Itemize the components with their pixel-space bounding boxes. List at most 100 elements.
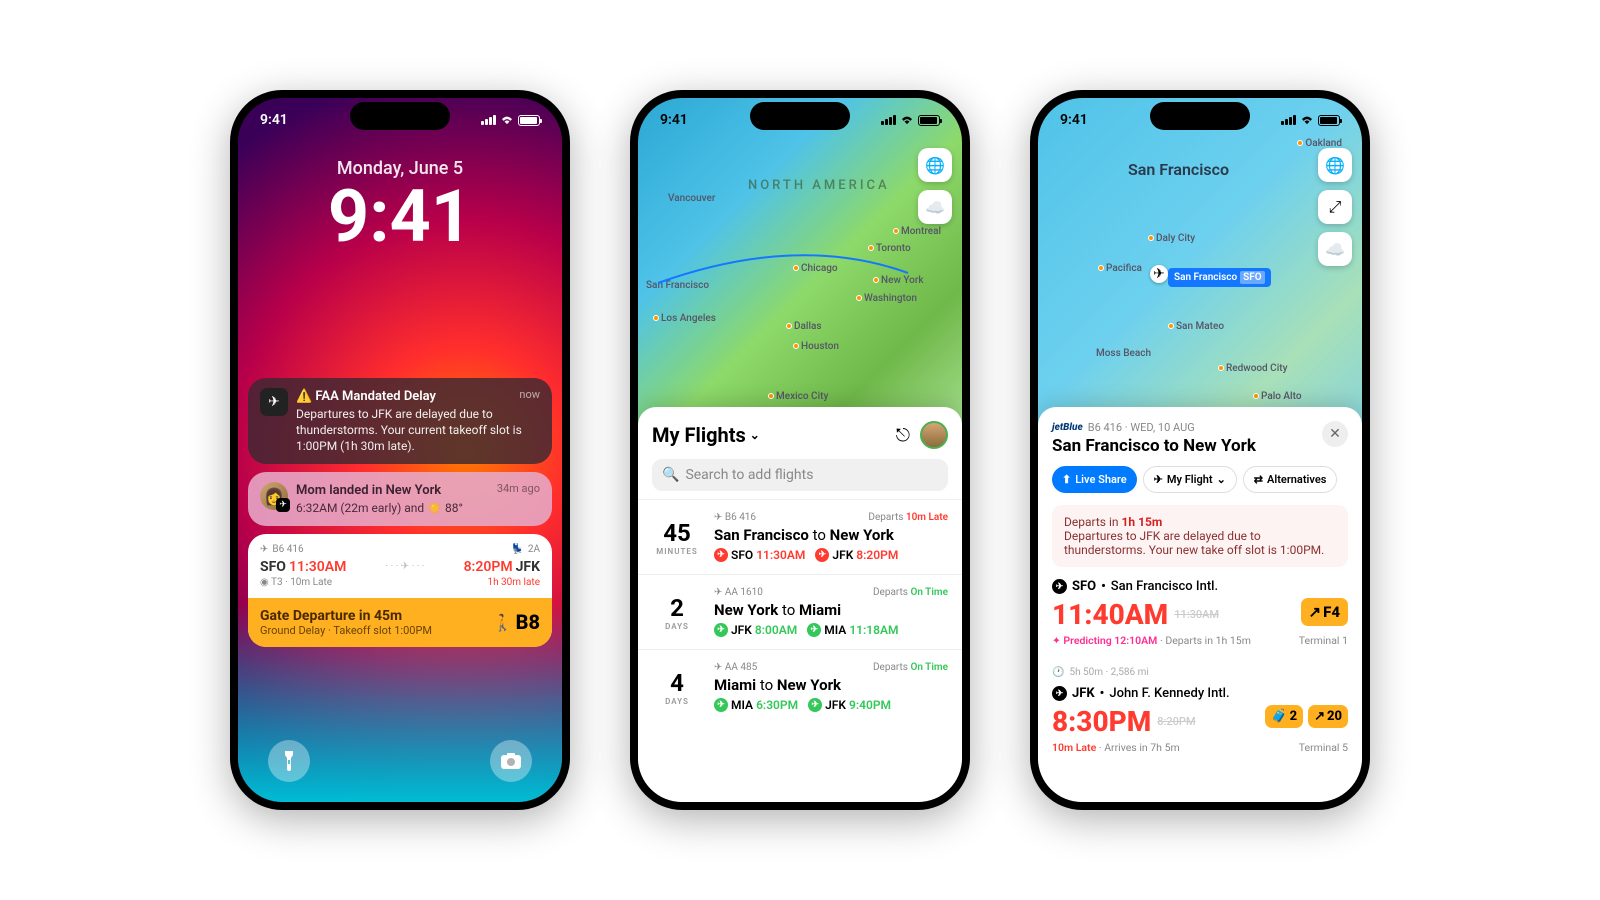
origin-code: SFO: [260, 559, 286, 575]
plane-app-icon: ✈: [260, 388, 288, 416]
dest-code: JFK: [516, 559, 540, 575]
terminal-label: Terminal 5: [1299, 741, 1348, 754]
phone-flight-detail: San Francisco Oakland Daly City Pacifica…: [1030, 90, 1370, 810]
profile-avatar[interactable]: [920, 421, 948, 449]
status-label: Departs On Time: [873, 587, 948, 598]
countdown-unit: DAYS: [652, 622, 702, 631]
flight-row[interactable]: 45 MINUTES ✈ B6 416 Departs 10m Late San…: [638, 499, 962, 574]
notification-delay[interactable]: now ✈ ⚠️ FAA Mandated Delay Departures t…: [248, 378, 552, 464]
dynamic-island: [350, 102, 450, 130]
live-share-button[interactable]: ⬆ Live Share: [1052, 466, 1137, 493]
takeoff-icon: ✈: [1052, 579, 1067, 594]
origin-chip: ✈ JFK 8:00AM: [714, 623, 797, 637]
camera-button[interactable]: [490, 740, 532, 782]
gate-sub: Ground Delay · Takeoff slot 1:00PM: [260, 624, 432, 637]
notif-text: 6:32AM (22m early) and ☀️ 88°: [296, 500, 540, 516]
seat-badge: 💺 2A: [511, 544, 540, 555]
flight-row[interactable]: 2 DAYS ✈ AA 1610 Departs On Time New Yor…: [638, 574, 962, 649]
route-text: Miami to New York: [714, 676, 948, 694]
expand-button[interactable]: ⤢: [1318, 190, 1352, 224]
departure-segment: ✈ SFO • San Francisco Intl. 11:40AM11:30…: [1038, 579, 1362, 659]
airline-tag: ✈ B6 416: [714, 512, 756, 523]
wifi-icon: [500, 115, 514, 125]
status-time: 9:41: [1060, 112, 1088, 128]
status-label: Departs 10m Late: [868, 512, 948, 523]
alternatives-button[interactable]: ⇄ Alternatives: [1243, 466, 1338, 493]
flight-number: ✈ B6 416: [260, 544, 304, 555]
countdown-number: 45: [652, 519, 702, 547]
status-icons: [481, 115, 540, 126]
search-placeholder: Search to add flights: [685, 467, 813, 483]
plane-marker-icon: ✈: [1150, 265, 1168, 283]
phone-lockscreen: 9:41 Monday, June 5 9:41 now ✈ ⚠️ FAA Ma…: [230, 90, 570, 810]
arrival-segment: ✈ JFK • John F. Kennedy Intl. 8:30PM8:20…: [1038, 686, 1362, 766]
battery-icon: [1318, 115, 1340, 126]
phone-flights-list: NORTH AMERICA Vancouver Chicago Toronto …: [630, 90, 970, 810]
airline-tag: ✈ AA 485: [714, 662, 757, 673]
flights-sheet[interactable]: My Flights ⌄ ⎋ 🔍 Search to add flights 4…: [638, 407, 962, 802]
origin-chip: ✈ SFO 11:30AM: [714, 548, 805, 562]
notif-timestamp: 34m ago: [497, 482, 540, 495]
origin-chip: ✈ MIA 6:30PM: [714, 698, 798, 712]
dest-chip: ✈ MIA 11:18AM: [807, 623, 898, 637]
arrival-time: 8:30PM8:20PM: [1052, 705, 1196, 738]
dest-chip: ✈ JFK 8:20PM: [815, 548, 898, 562]
cellular-icon: [881, 115, 896, 125]
route-text: San Francisco to New York: [714, 526, 948, 544]
wifi-icon: [1300, 115, 1314, 125]
search-input[interactable]: 🔍 Search to add flights: [652, 459, 948, 491]
flashlight-button[interactable]: [268, 740, 310, 782]
duration-distance: 🕐 5h 50m · 2,586 mi: [1038, 659, 1362, 686]
airport-pin[interactable]: San Francisco SFO: [1168, 268, 1271, 287]
search-icon: 🔍: [662, 467, 679, 483]
route-text: New York to Miami: [714, 601, 948, 619]
chevron-down-icon: ⌄: [750, 428, 760, 442]
status-label: Departs On Time: [873, 662, 948, 673]
countdown-unit: MINUTES: [652, 547, 702, 556]
weather-button[interactable]: ☁️: [1318, 232, 1352, 266]
notif-text: Departures to JFK are delayed due to thu…: [296, 406, 540, 455]
origin-time: 11:30AM: [289, 559, 346, 575]
contact-avatar-icon: 👩: [260, 482, 288, 510]
my-flight-dropdown[interactable]: ✈ My Flight ⌄: [1143, 466, 1237, 493]
notification-mom[interactable]: 34m ago 👩 Mom landed in New York 6:32AM …: [248, 472, 552, 526]
airline-tag: ✈ AA 1610: [714, 587, 763, 598]
dynamic-island: [750, 102, 850, 130]
gate-banner: Gate Departure in 45m Ground Delay · Tak…: [248, 598, 552, 647]
wifi-icon: [900, 115, 914, 125]
gate-number: B8: [516, 610, 540, 634]
status-time: 9:41: [660, 112, 688, 128]
cellular-icon: [1281, 115, 1296, 125]
close-button[interactable]: ✕: [1322, 421, 1348, 447]
map-continent-label: NORTH AMERICA: [748, 178, 890, 193]
status-icons: [881, 115, 940, 126]
chevron-down-icon: ⌄: [1217, 473, 1226, 486]
delay-alert: Departs in 1h 15m Departures to JFK are …: [1052, 505, 1348, 567]
countdown-unit: DAYS: [652, 697, 702, 706]
lock-time: 9:41: [238, 181, 562, 253]
sheet-title-dropdown[interactable]: My Flights ⌄: [652, 423, 760, 447]
route-path-icon: · · · ✈ · · ·: [350, 561, 459, 572]
notif-title: FAA Mandated Delay: [315, 389, 436, 404]
map-city-main: San Francisco: [1128, 160, 1229, 179]
gate-chip: ↗20: [1308, 705, 1348, 728]
flight-detail-sheet[interactable]: jetBlue B6 416 · WED, 10 AUG San Francis…: [1038, 407, 1362, 802]
flight-widget[interactable]: ✈ B6 416 💺 2A SFO 11:30AM · · · ✈ · · · …: [248, 534, 552, 647]
globe-button[interactable]: 🌐: [1318, 148, 1352, 182]
battery-icon: [918, 115, 940, 126]
notif-timestamp: now: [519, 388, 540, 401]
pedestrian-icon: 🚶: [493, 613, 513, 632]
route-title: San Francisco to New York: [1052, 436, 1348, 456]
gate-title: Gate Departure in 45m: [260, 608, 432, 624]
dest-time: 8:20PM: [464, 559, 513, 575]
flight-row[interactable]: 4 DAYS ✈ AA 485 Departs On Time Miami to…: [638, 649, 962, 724]
weather-button[interactable]: ☁️: [918, 190, 952, 224]
lock-date: Monday, June 5: [238, 158, 562, 179]
globe-button[interactable]: 🌐: [918, 148, 952, 182]
countdown-number: 4: [652, 669, 702, 697]
arrival-late: 1h 30m late: [487, 577, 540, 588]
share-button[interactable]: ⎋: [896, 425, 910, 446]
terminal-info: ◉ T3 · 10m Late: [260, 577, 332, 588]
landing-icon: ✈: [1052, 686, 1067, 701]
cellular-icon: [481, 115, 496, 125]
